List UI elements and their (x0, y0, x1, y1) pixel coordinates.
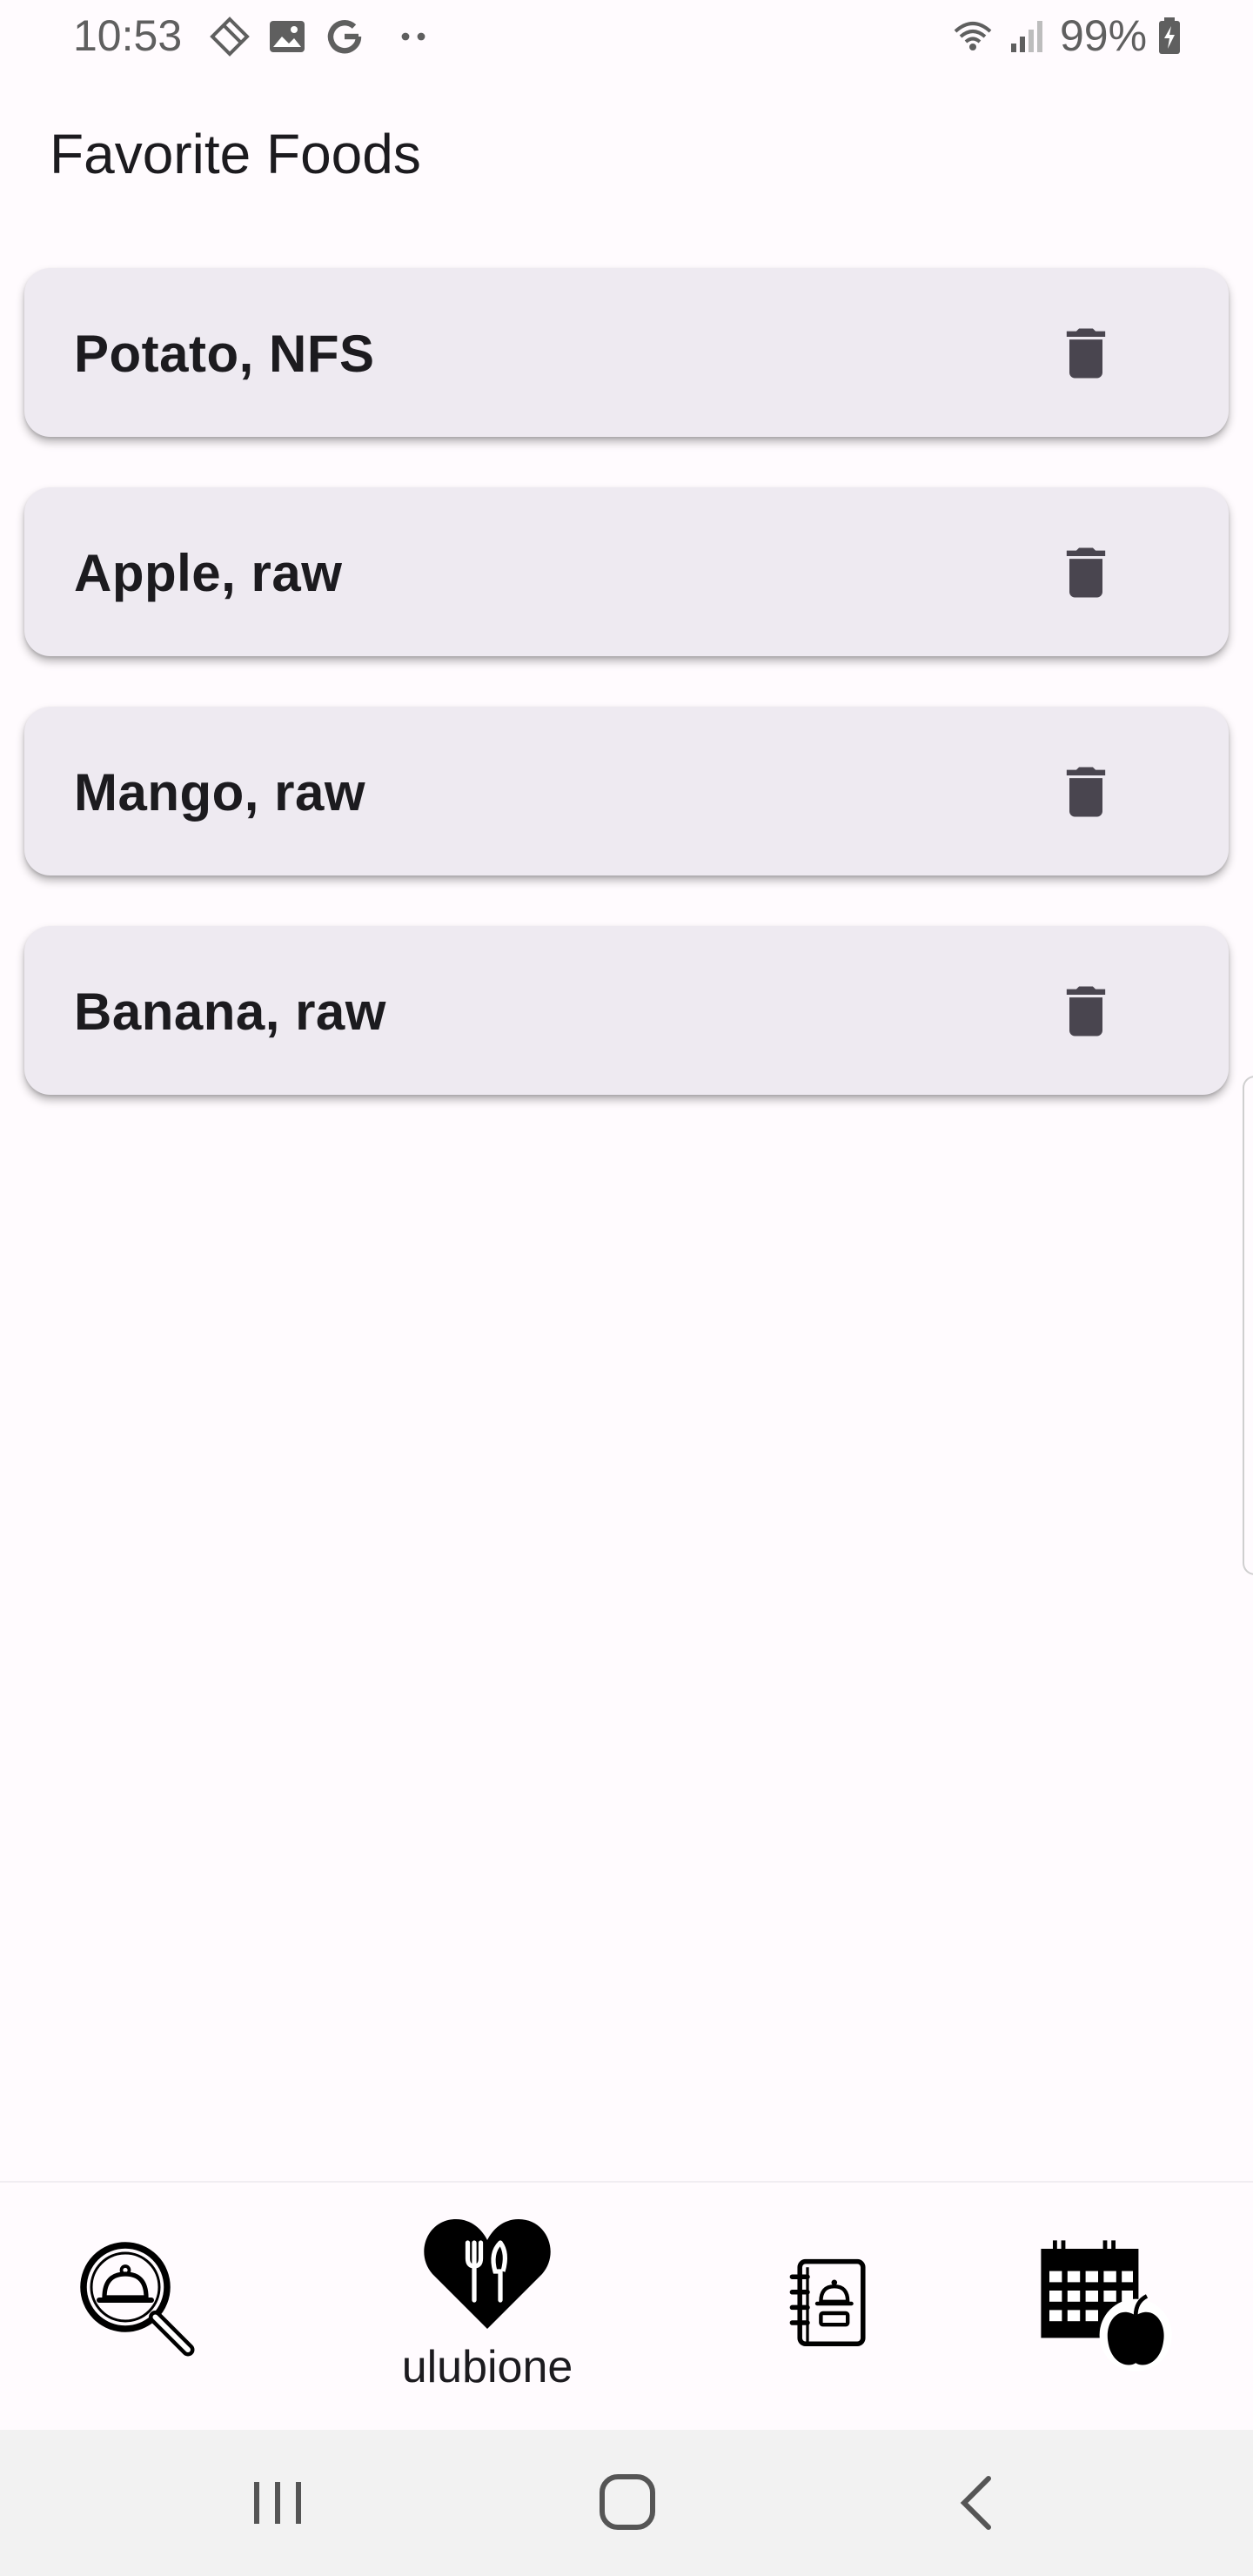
wifi-icon (954, 22, 992, 50)
more-dots-icon (401, 32, 425, 41)
food-name: Apple, raw (74, 544, 343, 602)
rotation-lock-icon (210, 17, 250, 57)
gallery-icon (270, 21, 305, 52)
recipe-book-icon (789, 2258, 866, 2346)
system-navigation-bar (0, 2430, 1253, 2576)
google-icon (327, 20, 362, 54)
nav-item-recipes[interactable] (748, 2183, 914, 2432)
food-card[interactable]: Potato, NFS (24, 268, 1229, 437)
status-bar: 10:53 99% (0, 0, 1253, 75)
food-card[interactable]: Mango, raw (24, 707, 1229, 875)
edge-panel-handle[interactable] (1243, 1076, 1253, 1575)
food-name: Banana, raw (74, 983, 386, 1041)
delete-icon[interactable] (1053, 978, 1119, 1044)
recent-apps-icon[interactable] (239, 2468, 318, 2538)
bottom-navigation: ulubione (0, 2181, 1253, 2432)
food-name: Potato, NFS (74, 325, 375, 383)
favorite-foods-list: Potato, NFS Apple, raw Mango, raw Banana… (24, 268, 1229, 1145)
food-name: Mango, raw (74, 763, 366, 822)
calendar-apple-icon (1041, 2240, 1172, 2371)
nav-label-favorites: ulubione (401, 2342, 573, 2392)
delete-icon[interactable] (1053, 759, 1119, 825)
home-icon[interactable] (588, 2468, 667, 2538)
delete-icon[interactable] (1053, 540, 1119, 606)
status-time: 10:53 (73, 11, 183, 60)
back-icon[interactable] (940, 2468, 1018, 2538)
food-card[interactable]: Apple, raw (24, 487, 1229, 656)
food-card[interactable]: Banana, raw (24, 926, 1229, 1095)
delete-icon[interactable] (1053, 320, 1119, 386)
nav-item-meal-calendar[interactable] (1027, 2183, 1201, 2432)
nav-item-search[interactable] (52, 2183, 226, 2432)
heart-fork-knife-icon (424, 2219, 551, 2329)
nav-item-favorites[interactable]: ulubione (374, 2183, 600, 2432)
food-search-icon (80, 2242, 195, 2357)
battery-charging-icon (1159, 17, 1180, 54)
battery-percent: 99% (1060, 11, 1148, 60)
page-title: Favorite Foods (50, 123, 421, 185)
signal-icon (1011, 21, 1042, 52)
